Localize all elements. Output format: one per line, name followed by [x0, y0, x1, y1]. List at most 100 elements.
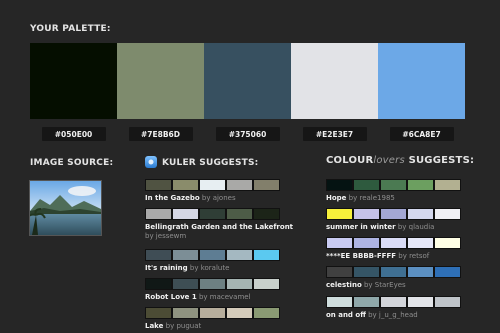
suggestion-swatch	[354, 297, 379, 307]
colourlovers-suggestion[interactable]: ****EE BBBB-FFFF by retsof	[326, 237, 476, 261]
kuler-logo-icon	[145, 156, 157, 168]
suggestion-name-link[interactable]: It's raining	[145, 264, 188, 272]
suggestion-name-link[interactable]: In the Gazebo	[145, 194, 200, 202]
suggestion-swatch	[381, 180, 406, 190]
palette-hex-labels: #050E00 #7E8B6D #375060 #E2E3E7 #6CA8E7	[30, 127, 465, 141]
lake-landscape-image	[30, 181, 101, 235]
suggestion-swatch	[408, 267, 433, 277]
suggestion-swatch	[200, 180, 225, 190]
kuler-suggestion[interactable]: Lake by puguat	[145, 307, 295, 331]
suggestion-name-link[interactable]: Lake	[145, 322, 163, 330]
palette-swatches	[30, 43, 465, 119]
suggestion-name-link[interactable]: summer in winter	[326, 223, 396, 231]
suggestion-swatch	[173, 180, 198, 190]
suggestion-swatches	[145, 208, 280, 220]
suggestion-swatch	[354, 267, 379, 277]
suggestion-swatch	[327, 238, 352, 248]
colourlovers-logo-text-lovers: lovers	[373, 155, 405, 166]
suggestion-name-link[interactable]: celestino	[326, 281, 362, 289]
suggestion-author[interactable]: by macevamel	[199, 293, 251, 301]
source-image-thumbnail[interactable]	[29, 180, 102, 236]
suggestion-swatches	[326, 266, 461, 278]
suggestion-swatch	[254, 180, 279, 190]
colourlovers-logo-text: COLOUR	[326, 155, 374, 166]
hex-label: #7E8B6D	[128, 127, 193, 141]
suggestion-swatch	[173, 308, 198, 318]
suggestion-swatch	[354, 209, 379, 219]
suggestion-swatches	[145, 179, 280, 191]
suggestion-swatch	[173, 209, 198, 219]
palette-title: YOUR PALETTE:	[30, 24, 111, 34]
image-source-title: IMAGE SOURCE:	[30, 158, 114, 168]
suggestion-swatch	[146, 180, 171, 190]
suggestion-name-link[interactable]: Bellingrath Garden and the Lakefront	[145, 223, 293, 231]
kuler-suggestion[interactable]: Bellingrath Garden and the Lakefront by …	[145, 208, 295, 241]
suggestion-swatch	[200, 209, 225, 219]
hex-label: #050E00	[41, 127, 106, 141]
suggestion-swatch	[381, 238, 406, 248]
suggestion-swatch	[381, 209, 406, 219]
colourlovers-suggestion[interactable]: summer in winter by qlaudia	[326, 208, 476, 232]
suggestion-swatch	[254, 279, 279, 289]
hex-label: #375060	[215, 127, 280, 141]
suggestion-swatch	[173, 279, 198, 289]
colourlovers-suggestion[interactable]: celestino by StarEyes	[326, 266, 476, 290]
suggestion-swatch	[435, 297, 460, 307]
suggestion-name-link[interactable]: ****EE BBBB-FFFF	[326, 252, 396, 260]
suggestion-name-link[interactable]: Hope	[326, 194, 346, 202]
suggestion-swatches	[145, 249, 280, 261]
suggestion-author[interactable]: by ajones	[202, 194, 236, 202]
suggestion-swatch	[327, 267, 352, 277]
hex-label: #E2E3E7	[302, 127, 367, 141]
palette-swatch[interactable]	[30, 43, 117, 119]
suggestion-swatches	[145, 307, 280, 319]
suggestion-swatches	[326, 179, 461, 191]
suggestion-name-link[interactable]: on and off	[326, 311, 366, 319]
hex-label: #6CA8E7	[389, 127, 454, 141]
suggestion-swatch	[408, 180, 433, 190]
suggestion-swatches	[145, 278, 280, 290]
suggestion-name-link[interactable]: Robot Love 1	[145, 293, 197, 301]
suggestion-author[interactable]: by j_u_g_head	[368, 311, 418, 319]
suggestion-swatches	[326, 237, 461, 249]
suggestion-swatch	[381, 267, 406, 277]
suggestion-author[interactable]: by qlaudia	[398, 223, 435, 231]
suggestion-swatch	[227, 209, 252, 219]
suggestion-swatch	[254, 250, 279, 260]
suggestion-author[interactable]: by StarEyes	[364, 281, 406, 289]
suggestion-swatch	[200, 308, 225, 318]
suggestion-swatch	[254, 308, 279, 318]
palette-swatch[interactable]	[204, 43, 291, 119]
kuler-suggestion[interactable]: It's raining by koralute	[145, 249, 295, 273]
colourlovers-suggestion[interactable]: on and off by j_u_g_head	[326, 296, 476, 320]
suggestion-author[interactable]: by jessewm	[145, 232, 186, 240]
colourlovers-suggests-title: COLOURlovers SUGGESTS:	[326, 155, 474, 166]
suggestion-swatch	[354, 180, 379, 190]
suggestion-author[interactable]: by koralute	[190, 264, 230, 272]
suggestion-swatch	[227, 180, 252, 190]
suggestion-swatch	[327, 297, 352, 307]
suggestion-swatch	[408, 209, 433, 219]
palette-swatch[interactable]	[117, 43, 204, 119]
suggestion-swatch	[435, 209, 460, 219]
suggestion-swatch	[227, 250, 252, 260]
suggestion-swatch	[354, 238, 379, 248]
colourlovers-suggestion[interactable]: Hope by reale1985	[326, 179, 476, 203]
kuler-suggestion[interactable]: In the Gazebo by ajones	[145, 179, 295, 203]
suggestion-swatch	[146, 250, 171, 260]
palette-swatch[interactable]	[378, 43, 465, 119]
suggestion-author[interactable]: by puguat	[166, 322, 202, 330]
suggestion-swatch	[200, 250, 225, 260]
suggestion-author[interactable]: by reale1985	[349, 194, 395, 202]
suggestion-swatch	[327, 180, 352, 190]
suggestion-swatch	[408, 297, 433, 307]
palette-swatch[interactable]	[291, 43, 378, 119]
suggestion-author[interactable]: by retsof	[398, 252, 429, 260]
suggestion-swatch	[254, 209, 279, 219]
suggestion-swatch	[381, 297, 406, 307]
suggestion-swatch	[435, 180, 460, 190]
suggestion-swatch	[435, 267, 460, 277]
suggestion-swatch	[200, 279, 225, 289]
suggestion-swatch	[227, 279, 252, 289]
kuler-suggestion[interactable]: Robot Love 1 by macevamel	[145, 278, 295, 302]
